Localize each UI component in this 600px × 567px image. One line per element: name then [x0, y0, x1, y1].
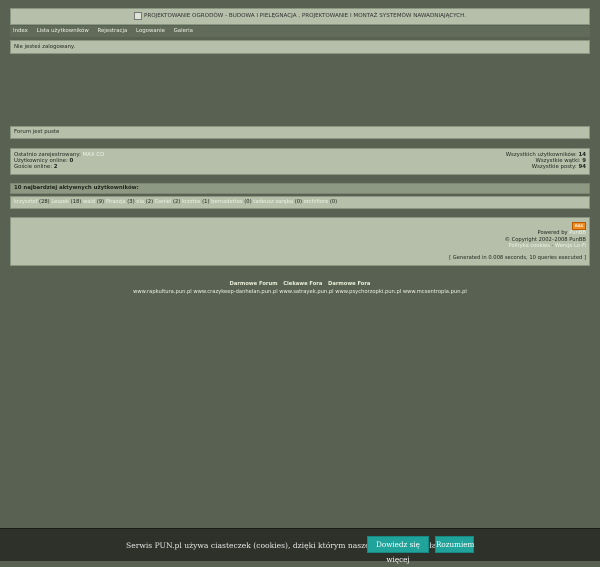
- top-user-count: (0): [329, 199, 338, 205]
- newest-user-link[interactable]: MAX CO: [83, 152, 105, 158]
- partner-link-darmowe-fora[interactable]: Darmowe Fora: [328, 281, 370, 287]
- top-users-list: krzysztof (28) Leszek (18) wald (9) Pira…: [10, 196, 590, 209]
- cookie-accept-button[interactable]: Rozumiem: [435, 536, 474, 553]
- copyright-text: © Copyright 2002–2008 PunBB: [504, 236, 586, 243]
- broken-image-icon: [133, 11, 142, 20]
- cookie-banner: Serwis PUN.pl używa ciasteczek (cookies)…: [0, 528, 600, 564]
- partner-sites[interactable]: www.rapkultura.pun.pl www.crazykeep-danh…: [0, 288, 600, 296]
- rss-icon[interactable]: RSS: [572, 222, 586, 230]
- top-user-link[interactable]: wald: [83, 199, 95, 205]
- total-posts-label: Wszystkie posty:: [531, 164, 577, 170]
- top-users-heading-text: 10 najbardziej aktywnych użytkowników:: [14, 185, 139, 191]
- forum-empty-box: Forum jest puste: [10, 126, 590, 139]
- top-user-link[interactable]: Daniel: [155, 199, 172, 205]
- top-user-link[interactable]: bernadettes: [211, 199, 242, 205]
- top-user-count: (18): [70, 199, 82, 205]
- top-user-count: (28): [39, 199, 50, 205]
- main-nav: Index Lista użytkowników Rejestracja Log…: [10, 26, 590, 37]
- nav-gallery[interactable]: Galeria: [174, 28, 193, 34]
- board-stats: Ostatnio zarejestrowany: MAX CO Użytkown…: [10, 148, 590, 175]
- forum-title: PROJEKTOWANIE OGRODÓW - BUDOWA I PIELĘGN…: [143, 13, 467, 19]
- top-user-link[interactable]: orchifiore: [304, 199, 328, 205]
- top-user-link[interactable]: ola: [136, 199, 144, 205]
- partner-link-ciekawe-fora[interactable]: Ciekawe Fora: [283, 281, 322, 287]
- nav-login[interactable]: Logowanie: [136, 28, 165, 34]
- forum-header: PROJEKTOWANIE OGRODÓW - BUDOWA I PIELĘGN…: [10, 8, 590, 25]
- partner-links: Darmowe Forum Ciekawe Fora Darmowe Fora …: [0, 280, 600, 296]
- top-users-heading: 10 najbardziej aktywnych użytkowników:: [10, 183, 590, 194]
- forum-empty-text: Forum jest puste: [14, 129, 60, 135]
- powered-by-label: Powered by: [537, 230, 568, 236]
- top-user-count: (3): [127, 199, 135, 205]
- login-status-text: Nie jesteś zalogowany.: [14, 44, 76, 50]
- top-user-count: (9): [96, 199, 105, 205]
- cookie-policy-link[interactable]: Polityka cookies: [509, 243, 550, 249]
- generated-info: [ Generated in 0.008 seconds, 10 queries…: [449, 255, 586, 262]
- nav-register[interactable]: Rejestracja: [97, 28, 127, 34]
- nav-index[interactable]: Index: [13, 28, 28, 34]
- cookie-learn-more-button[interactable]: Dowiedz się więcej: [367, 536, 429, 564]
- stats-left: Ostatnio zarejestrowany: MAX CO Użytkown…: [14, 152, 104, 170]
- top-user-count: (0): [244, 199, 252, 205]
- top-user-count: (1): [202, 199, 210, 205]
- top-user-link[interactable]: Leszek: [51, 199, 69, 205]
- partner-link-darmowe-forum[interactable]: Darmowe Forum: [230, 281, 278, 287]
- login-status: Nie jesteś zalogowany.: [10, 40, 590, 54]
- top-user-count: (2): [172, 199, 181, 205]
- guests-online-value: 2: [53, 164, 58, 170]
- total-posts-value: 94: [578, 164, 586, 170]
- top-user-link[interactable]: krzysztof: [14, 199, 37, 205]
- punbb-link[interactable]: PunBB: [569, 230, 586, 236]
- footer-credits: RSS Powered by PunBB © Copyright 2002–20…: [504, 222, 586, 250]
- forum-footer: RSS Powered by PunBB © Copyright 2002–20…: [10, 217, 590, 266]
- top-user-count: (2): [145, 199, 154, 205]
- top-user-link[interactable]: tadeusz zaręba: [253, 199, 293, 205]
- stats-right: Wszystkich użytkowników: 14 Wszystkie wą…: [506, 152, 586, 170]
- users-online-value: 0: [69, 158, 74, 164]
- lofi-version-link[interactable]: Wersja Lo-Fi: [555, 243, 586, 249]
- top-user-link[interactable]: krzztos: [182, 199, 201, 205]
- guests-online-label: Goście online:: [14, 164, 53, 170]
- nav-user-list[interactable]: Lista użytkowników: [37, 28, 89, 34]
- top-user-count: (0): [294, 199, 303, 205]
- partner-bold-links: Darmowe Forum Ciekawe Fora Darmowe Fora: [0, 280, 600, 288]
- top-user-link[interactable]: Pirazzja: [106, 199, 126, 205]
